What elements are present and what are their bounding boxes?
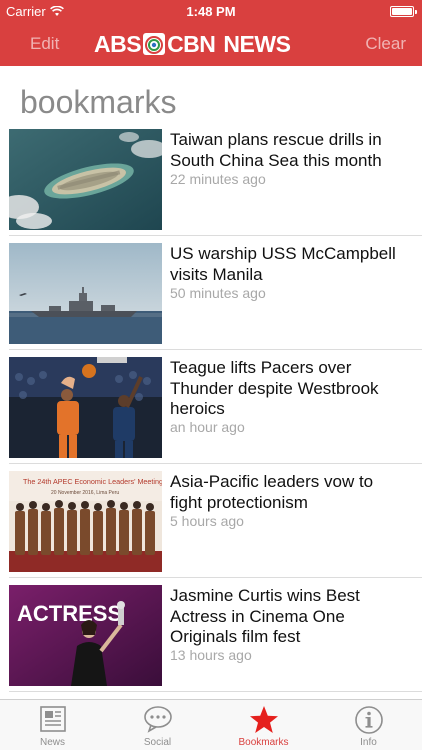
apec-leaders-photo: The 24th APEC Economic Leaders' Meeting … <box>9 471 162 572</box>
status-bar: Carrier 1:48 PM <box>0 0 422 22</box>
clock: 1:48 PM <box>186 4 236 19</box>
logo-text-cbn: CBN <box>167 30 216 57</box>
bookmark-row[interactable]: The 24th APEC Economic Leaders' Meeting … <box>0 464 422 578</box>
bookmark-row[interactable]: ACTRESS Jasmine Curtis wins Best Actress… <box>0 578 422 692</box>
page-title: bookmarks <box>20 84 177 120</box>
warship-photo <box>9 243 162 344</box>
info-icon <box>354 706 383 734</box>
star-icon <box>249 706 278 733</box>
tab-bookmarks[interactable]: Bookmarks <box>211 700 316 750</box>
photo-caption-line2: 20 November 2016, Lima Peru <box>51 490 119 496</box>
clear-button[interactable]: Clear <box>365 34 406 54</box>
logo-text-news: NEWS <box>223 30 291 57</box>
bookmark-age: 13 hours ago <box>170 647 252 663</box>
tab-label: Info <box>360 737 377 748</box>
tab-label: Bookmarks <box>238 737 289 748</box>
photo-caption-line1: The 24th APEC Economic Leaders' Meeting <box>23 477 162 486</box>
island-aerial-photo <box>9 129 162 230</box>
speech-bubble-icon <box>143 706 172 733</box>
bookmark-age: 22 minutes ago <box>170 171 266 187</box>
bookmark-headline: Taiwan plans rescue drills in South Chin… <box>170 130 382 170</box>
tab-label: News <box>39 737 65 748</box>
bookmark-age: 50 minutes ago <box>170 285 266 301</box>
logo-mark-icon <box>143 33 166 55</box>
logo-text-abs: ABS <box>94 30 142 57</box>
nav-bar: Edit ABS CBN NEWS Clear <box>0 22 422 66</box>
bookmark-headline: Asia-Pacific leaders vow to fight protec… <box>170 472 374 512</box>
bookmark-headline: Jasmine Curtis wins Best Actress in Cine… <box>170 586 360 646</box>
battery-icon <box>390 6 417 17</box>
bookmark-headline: Teague lifts Pacers over Thunder despite… <box>170 358 379 418</box>
bookmark-headline: US warship USS McCampbell visits Manila <box>170 244 396 284</box>
abs-cbn-news-logo: ABS CBN NEWS <box>94 30 291 57</box>
actress-award-photo: ACTRESS <box>9 585 162 686</box>
basketball-photo <box>9 357 162 458</box>
battery-fill <box>392 8 412 15</box>
bookmark-row[interactable]: Teague lifts Pacers over Thunder despite… <box>0 350 422 464</box>
bookmark-row[interactable]: US warship USS McCampbell visits Manila … <box>0 236 422 350</box>
tab-news[interactable]: News <box>0 700 105 750</box>
newspaper-icon <box>39 706 66 732</box>
bookmark-age: an hour ago <box>170 419 245 435</box>
tab-social[interactable]: Social <box>105 700 210 750</box>
bookmark-row[interactable]: Taiwan plans rescue drills in South Chin… <box>0 122 422 236</box>
tab-info[interactable]: Info <box>316 700 421 750</box>
bookmark-list: Taiwan plans rescue drills in South Chin… <box>0 122 422 692</box>
tab-bar: News Social Bookmarks Info <box>0 699 422 750</box>
tab-label: Social <box>143 737 172 748</box>
bookmark-age: 5 hours ago <box>170 513 244 529</box>
row-divider <box>9 691 422 692</box>
edit-button[interactable]: Edit <box>30 34 59 54</box>
photo-banner-text: ACTRESS <box>17 601 122 626</box>
